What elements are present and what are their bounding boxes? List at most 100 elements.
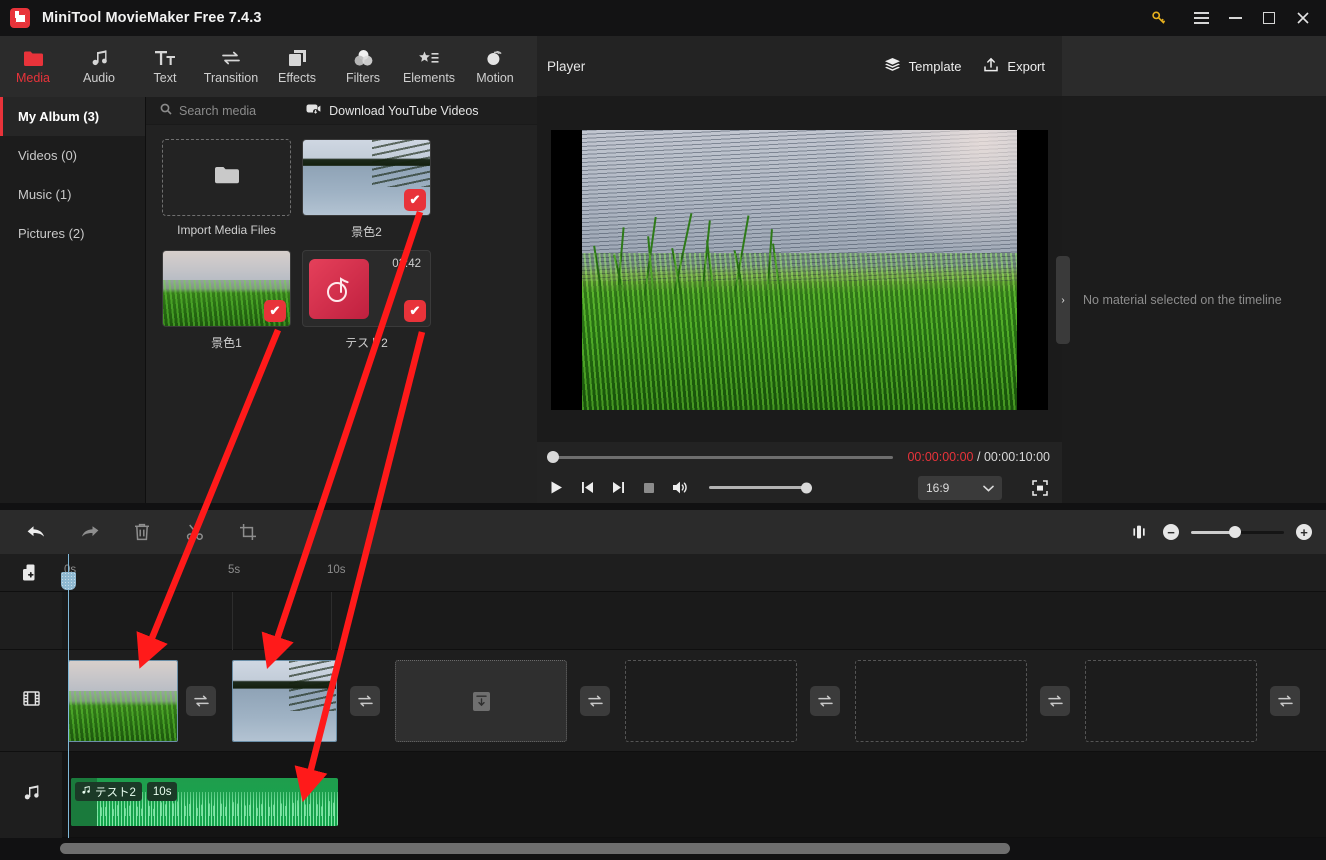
playhead[interactable] [61,554,76,838]
nav-item-audio[interactable]: Audio [66,36,132,97]
timeline-empty-slot[interactable] [625,660,797,742]
timeline-empty-slot[interactable] [855,660,1027,742]
time-separator: / [976,450,981,464]
media-item-test2-audio[interactable]: 02:42 ✔ テスト2 [302,250,431,351]
download-youtube-label: Download YouTube Videos [329,103,479,118]
previous-frame-icon[interactable] [580,480,595,495]
volume-icon[interactable] [672,480,689,495]
maximize-icon[interactable] [1252,0,1286,36]
close-icon[interactable] [1286,0,1320,36]
download-slot-icon [472,691,490,711]
reeds-overlay [591,202,809,315]
volume-slider[interactable] [709,482,812,493]
add-track-icon[interactable] [0,554,62,592]
library-category-sidebar: My Album (3) Videos (0) Music (1) Pictur… [0,97,146,503]
transition-slot-button[interactable] [1040,686,1070,716]
trash-icon[interactable] [130,520,154,544]
nav-item-filters[interactable]: Filters [330,36,396,97]
download-youtube-button[interactable]: Download YouTube Videos [306,103,479,118]
playhead-handle[interactable] [61,572,76,590]
seek-handle[interactable] [547,451,559,463]
redo-arrow-icon[interactable] [77,520,101,544]
media-thumbnail[interactable]: ✔ [162,250,291,327]
zoom-in-button[interactable]: + [1296,524,1312,540]
import-media-cell[interactable]: Import Media Files [162,139,291,240]
video-preview[interactable] [551,129,1048,410]
minimize-icon[interactable] [1218,0,1252,36]
media-thumbnail[interactable]: 02:42 ✔ [302,250,431,327]
timeline-track-video[interactable] [62,650,1326,752]
media-item-keshiki1[interactable]: ✔ 景色1 [162,250,291,351]
transition-slot-button[interactable] [1270,686,1300,716]
total-time: 00:00:10:00 [983,450,1050,464]
selected-checkmark-icon[interactable]: ✔ [264,300,286,322]
media-item-keshiki2[interactable]: ✔ 景色2 [302,139,431,240]
template-label: Template [908,58,962,74]
search-icon [160,102,172,120]
template-button[interactable]: Template [884,57,962,75]
selected-checkmark-icon[interactable]: ✔ [404,189,426,211]
fullscreen-icon[interactable] [1032,479,1048,496]
transition-slot-button[interactable] [580,686,610,716]
fit-to-timeline-icon[interactable] [1127,520,1151,544]
sidebar-item-label: My Album (3) [18,109,100,124]
nav-item-elements[interactable]: Elements [396,36,462,97]
timeline-clip-keshiki2[interactable] [232,660,337,742]
zoom-slider-fill [1191,530,1233,534]
nav-label: Transition [203,71,259,86]
key-icon[interactable] [1142,0,1176,36]
timeline-track-title[interactable] [62,592,1326,650]
media-thumbnail[interactable]: ✔ [302,139,431,216]
timeline-zoom-slider[interactable] [1191,526,1284,538]
track-header-title[interactable] [0,592,62,650]
nav-item-transition[interactable]: Transition [198,36,264,97]
nav-item-effects[interactable]: Effects [264,36,330,97]
undo-arrow-icon[interactable] [24,520,48,544]
import-dropzone[interactable] [162,139,291,216]
zoom-out-button[interactable]: − [1163,524,1179,540]
chevron-right-icon[interactable]: › [1056,256,1070,344]
transition-slot-button[interactable] [186,686,216,716]
timeline-ruler[interactable]: 0s 5s 10s [62,554,1326,592]
search-input[interactable]: Search media [160,102,256,120]
sidebar-item-videos[interactable]: Videos (0) [0,136,145,175]
nav-label: Effects [278,71,316,86]
hamburger-menu-icon[interactable] [1184,0,1218,36]
seek-slider[interactable] [547,451,894,463]
transition-slot-button[interactable] [810,686,840,716]
timeline-audio-clip[interactable]: テスト2 10s [71,778,338,826]
nav-item-motion[interactable]: Motion [462,36,528,97]
stop-icon[interactable] [642,481,656,495]
export-button[interactable]: Export [983,57,1045,76]
timeline-empty-slot[interactable] [1085,660,1257,742]
video-frame-image [582,129,1017,410]
sidebar-item-music[interactable]: Music (1) [0,175,145,214]
crop-icon[interactable] [236,520,260,544]
transition-slot-button[interactable] [350,686,380,716]
sidebar-item-pictures[interactable]: Pictures (2) [0,214,145,253]
media-duration: 02:42 [392,258,421,270]
play-icon[interactable] [549,480,564,495]
zoom-slider-handle[interactable] [1229,526,1242,538]
window-title: MiniTool MovieMaker Free 7.4.3 [42,10,262,26]
track-header-video[interactable] [0,650,62,752]
horizontal-scrollbar[interactable] [60,843,1010,854]
property-panel-header [1062,36,1326,97]
nav-item-text[interactable]: Text [132,36,198,97]
time-display: 00:00:00:00 / 00:00:10:00 [907,450,1050,464]
timeline-track-audio[interactable]: テスト2 10s [62,752,1326,838]
aspect-ratio-select[interactable]: 16:9 [918,475,1002,500]
nav-label: Media [15,71,51,86]
selected-checkmark-icon[interactable]: ✔ [404,300,426,322]
ruler-tick: 10s [327,564,346,576]
scissors-icon[interactable] [183,520,207,544]
window-controls [1142,0,1326,36]
sidebar-item-my-album[interactable]: My Album (3) [0,97,145,136]
volume-handle[interactable] [801,482,812,493]
timeline-clip-keshiki1[interactable] [68,660,178,742]
nav-item-media[interactable]: Media [0,36,66,97]
timeline-scrollbar-area [0,838,1326,860]
next-frame-icon[interactable] [611,480,626,495]
track-header-audio[interactable] [0,752,62,838]
timeline-empty-slot[interactable] [395,660,567,742]
